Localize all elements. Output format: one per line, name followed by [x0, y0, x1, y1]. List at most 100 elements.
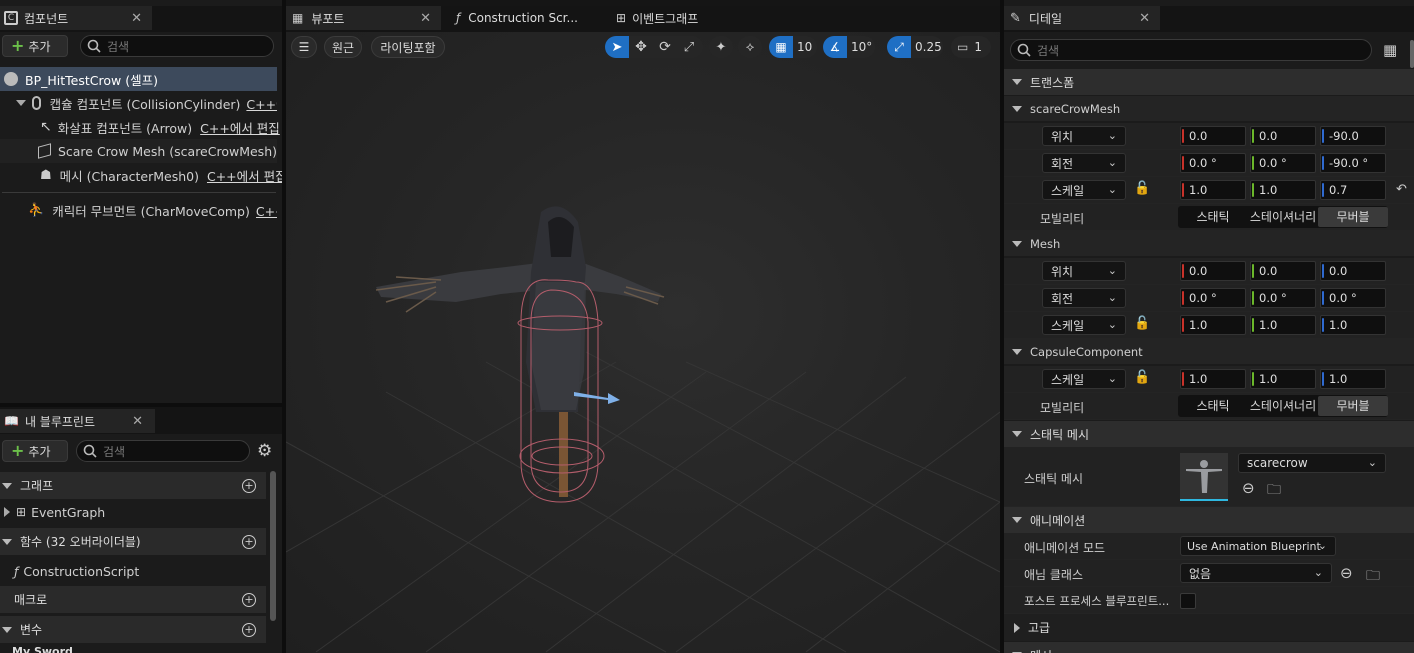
close-icon[interactable]: ✕ [420, 11, 431, 26]
rotation-x-field[interactable]: 0.0 ° [1180, 288, 1246, 308]
add-circle-icon[interactable]: + [242, 622, 256, 637]
mobility-stationary[interactable]: 스테이셔너리 [1248, 396, 1318, 416]
grid-snap-group[interactable]: ▦ 10 [769, 36, 817, 58]
scale-dropdown[interactable]: 스케일 ⌄ [1042, 315, 1126, 335]
rotation-z-field[interactable]: -90.0 ° [1320, 153, 1386, 173]
table-view-icon[interactable]: ▦ [1383, 41, 1397, 59]
location-x-field[interactable]: 0.0 [1180, 126, 1246, 146]
rotation-snap-group[interactable]: ∡ 10° [823, 36, 875, 58]
section-transform[interactable]: 트랜스폼 [1004, 69, 1414, 95]
use-selected-icon[interactable]: ⊖ [1242, 479, 1255, 497]
rotation-dropdown[interactable]: 회전 ⌄ [1042, 288, 1126, 308]
close-icon[interactable]: ✕ [1139, 11, 1150, 26]
location-dropdown[interactable]: 위치 ⌄ [1042, 261, 1126, 281]
details-search-input[interactable]: 검색 [1010, 39, 1372, 61]
tab-event-graph[interactable]: ⊞ 이벤트그래프 [612, 6, 772, 30]
add-component-button[interactable]: + 추가 [2, 35, 68, 57]
translate-icon[interactable]: ✥ [629, 39, 653, 55]
tab-my-blueprint[interactable]: 📖 내 블루프린트 ✕ [0, 409, 155, 433]
reset-icon[interactable]: ↶ [1396, 182, 1407, 197]
construction-script-item[interactable]: ƒ ConstructionScript [0, 559, 266, 583]
close-icon[interactable]: ✕ [131, 11, 142, 26]
tree-item-root[interactable]: BP_HitTestCrow (셀프) [0, 67, 277, 91]
lock-icon[interactable]: 🔓 [1134, 370, 1150, 385]
lock-icon[interactable]: 🔓 [1134, 181, 1150, 196]
blueprint-search-input[interactable]: 검색 [76, 440, 250, 462]
static-mesh-dropdown[interactable]: scarecrow ⌄ [1238, 453, 1386, 473]
mobility-static[interactable]: 스태틱 [1178, 396, 1248, 416]
use-selected-icon[interactable]: ⊖ [1340, 564, 1353, 582]
anim-mode-dropdown[interactable]: Use Animation Blueprint ⌄ [1180, 536, 1336, 556]
perspective-button[interactable]: 원근 [324, 36, 362, 58]
surface-snap-button[interactable]: ⟡ [738, 36, 762, 58]
add-blueprint-item-button[interactable]: + 추가 [2, 440, 68, 462]
post-process-checkbox[interactable] [1180, 593, 1196, 609]
viewport-scene[interactable] [286, 32, 1000, 653]
tab-details[interactable]: ✎ 디테일 ✕ [1004, 6, 1160, 30]
location-z-field[interactable]: 0.0 [1320, 261, 1386, 281]
add-circle-icon[interactable]: + [242, 478, 256, 493]
scale-y-field[interactable]: 1.0 [1250, 369, 1316, 389]
section-variables[interactable]: 변수 + [0, 616, 266, 643]
scale-y-field[interactable]: 1.0 [1250, 315, 1316, 335]
rotation-snap-value[interactable]: 10° [851, 40, 872, 54]
tree-item-arrow[interactable]: ↖ 화살표 컴포넌트 (Arrow) C++에서 편집 [0, 115, 280, 139]
rotation-x-field[interactable]: 0.0 ° [1180, 153, 1246, 173]
subsection-capsule[interactable]: CapsuleComponent [1004, 339, 1414, 364]
location-y-field[interactable]: 0.0 [1250, 261, 1316, 281]
mesh-thumbnail[interactable] [1180, 453, 1228, 501]
scale-z-field[interactable]: 1.0 [1320, 369, 1386, 389]
edit-in-cpp-link[interactable]: C++에서 편집 [207, 166, 282, 185]
subsection-scarecrow-mesh[interactable]: scareCrowMesh [1004, 96, 1414, 121]
location-z-field[interactable]: -90.0 [1320, 126, 1386, 146]
anim-class-dropdown[interactable]: 없음 ⌄ [1180, 563, 1332, 583]
tree-item-char-move[interactable]: ⛹ 캐릭터 무브먼트 (CharMoveComp) C++에서 편집 [0, 198, 277, 222]
tree-item-scarecrow-mesh[interactable]: Scare Crow Mesh (scareCrowMesh) [0, 139, 277, 163]
lighting-mode-button[interactable]: 라이팅포함 [371, 36, 445, 58]
browse-icon[interactable]: 🗀 [1267, 479, 1281, 503]
tab-construction-script[interactable]: ƒ Construction Scr... [448, 6, 608, 30]
scrollbar[interactable] [270, 471, 276, 621]
tree-item-mesh[interactable]: ☗ 메시 (CharacterMesh0) C++에서 편집 [0, 163, 282, 187]
tab-viewport[interactable]: ▦ 뷰포트 ✕ [286, 6, 441, 30]
location-x-field[interactable]: 0.0 [1180, 261, 1246, 281]
components-search-input[interactable]: 검색 [80, 35, 274, 57]
location-y-field[interactable]: 0.0 [1250, 126, 1316, 146]
rotation-y-field[interactable]: 0.0 ° [1250, 288, 1316, 308]
scale-x-field[interactable]: 1.0 [1180, 369, 1246, 389]
viewport-menu-button[interactable]: ☰ [291, 36, 317, 58]
section-functions[interactable]: 함수 (32 오버라이더블) + [0, 528, 266, 555]
section-graph[interactable]: 그래프 + [0, 472, 266, 499]
grid-snap-toggle[interactable]: ▦ [769, 36, 793, 58]
coordinate-space-button[interactable]: ✦ [709, 36, 733, 58]
grid-snap-value[interactable]: 10 [797, 40, 812, 54]
mobility-stationary[interactable]: 스테이셔너리 [1248, 207, 1318, 227]
section-animation[interactable]: 애니메이션 [1004, 507, 1414, 533]
scale-snap-group[interactable]: ⤢ 0.25 [887, 36, 943, 58]
advanced-row[interactable]: 고급 [1004, 614, 1414, 641]
close-icon[interactable]: ✕ [132, 414, 143, 429]
tree-item-capsule[interactable]: 캡슐 컴포넌트 (CollisionCylinder) C++에서 편집 [0, 91, 277, 115]
splitter-horizontal[interactable] [0, 403, 282, 407]
rotate-icon[interactable]: ⟳ [653, 39, 677, 55]
edit-in-cpp-link[interactable]: C++에서 편집 [200, 118, 280, 137]
rotation-dropdown[interactable]: 회전 ⌄ [1042, 153, 1126, 173]
section-static-mesh[interactable]: 스태틱 메시 [1004, 421, 1414, 447]
scale-z-field[interactable]: 0.7 [1320, 180, 1386, 200]
camera-speed-button[interactable]: ▭ 1 [951, 36, 991, 58]
scale-z-field[interactable]: 1.0 [1320, 315, 1386, 335]
gear-icon[interactable]: ⚙ [257, 441, 272, 461]
edit-in-cpp-link[interactable]: C++에서 편집 [256, 201, 277, 220]
lock-icon[interactable]: 🔓 [1134, 316, 1150, 331]
splitter-right[interactable] [1000, 0, 1004, 653]
mobility-segmented[interactable]: 스태틱 스테이셔너리 무버블 [1178, 395, 1388, 417]
section-mesh[interactable]: 메시 [1004, 642, 1414, 653]
edit-in-cpp-link[interactable]: C++에서 편집 [246, 94, 277, 113]
event-graph-item[interactable]: ⊞ EventGraph [0, 500, 266, 524]
mobility-movable[interactable]: 무버블 [1318, 396, 1388, 416]
scale-dropdown[interactable]: 스케일 ⌄ [1042, 369, 1126, 389]
add-circle-icon[interactable]: + [242, 534, 256, 549]
scale-x-field[interactable]: 1.0 [1180, 180, 1246, 200]
scale-snap-toggle[interactable]: ⤢ [887, 36, 911, 58]
rotation-y-field[interactable]: 0.0 ° [1250, 153, 1316, 173]
